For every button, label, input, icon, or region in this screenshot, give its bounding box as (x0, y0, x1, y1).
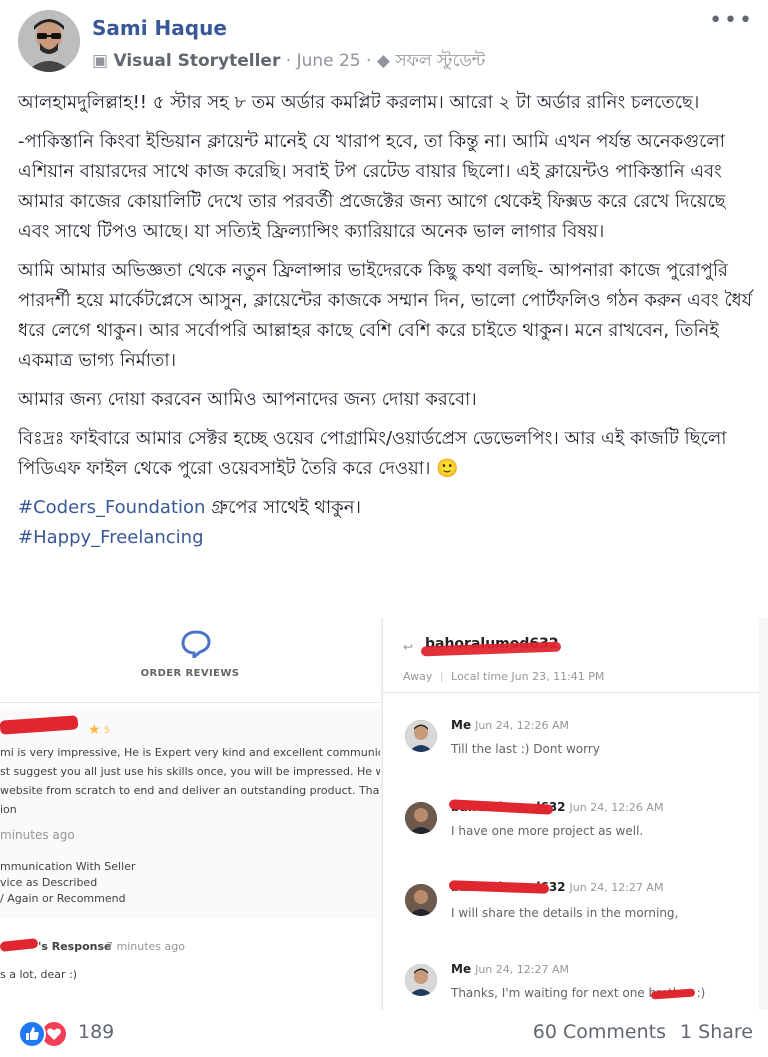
star-rating-value: 5 (104, 726, 110, 736)
post-paragraph-4: আমার জন্য দোয়া করবেন আমিও আপনাদের জন্য … (18, 389, 477, 410)
shares-count[interactable]: 1 Share (680, 1021, 753, 1043)
avatar-photo (18, 10, 80, 72)
review-time: minutes ago (0, 828, 75, 842)
post-paragraph-3: আমি আমার অভিজ্ঞতা থেকে নতুন ফ্রিলান্সার … (18, 260, 753, 371)
hashtag-happy-freelancing[interactable]: #Happy_Freelancing (18, 527, 204, 548)
message-text: I have one more project as well. (451, 824, 644, 838)
more-options-icon[interactable]: ••• (709, 8, 754, 33)
tag-icon: ◆ (376, 51, 390, 71)
seller-response-label: 's Response (38, 940, 112, 953)
role-icon: ▣ (92, 51, 114, 71)
message-sender: Me Jun 24, 12:27 AM (451, 962, 569, 976)
review-line-3: website from scratch to end and deliver … (0, 784, 380, 797)
post-images: ORDER REVIEWS ★ 5 mi is very impressive,… (0, 618, 768, 1010)
author-role[interactable]: Visual Storyteller (113, 51, 280, 71)
divider (383, 692, 759, 693)
hashtag-coders-foundation[interactable]: #Coders_Foundation (18, 497, 205, 518)
chat-local-time: Local time Jun 23, 11:41 PM (451, 670, 605, 683)
chat-image[interactable]: ↩ bahoralumod632 Away | Local time Jun 2… (382, 618, 759, 1010)
review-line-2: st suggest you all just use his skills o… (0, 765, 380, 778)
author-name[interactable]: Sami Haque (92, 16, 227, 40)
like-reaction-icon[interactable] (18, 1020, 46, 1048)
post-tag[interactable]: সফল স্টুডেন্ট (395, 51, 485, 71)
avatar (405, 802, 437, 834)
chat-status: Away (403, 670, 433, 683)
chat-bubble-icon (181, 630, 211, 658)
message-sender: Me Jun 24, 12:26 AM (451, 718, 569, 732)
author-avatar[interactable] (18, 10, 80, 72)
post-paragraph-5: বিঃদ্রঃ ফাইবারে আমার সেক্টর হচ্ছে ওয়েব … (18, 428, 727, 479)
comments-count[interactable]: 60 Comments (533, 1021, 666, 1043)
avatar (405, 720, 437, 752)
message-text: Till the last :) Dont worry (451, 742, 600, 756)
redaction-mark (0, 938, 39, 952)
post-date[interactable]: June 25 (297, 51, 361, 71)
post-paragraph-7: #Happy_Freelancing (18, 523, 753, 553)
post-header: Sami Haque ▣ Visual Storyteller · June 2… (18, 8, 758, 74)
order-reviews-title: ORDER REVIEWS (140, 668, 240, 679)
post-footer: 189 60 Comments 1 Share (18, 1018, 753, 1048)
review-line-1: mi is very impressive, He is Expert very… (0, 746, 380, 759)
message-text: I will share the details in the morning, (451, 906, 679, 920)
engagement-stats: 60 Comments 1 Share (533, 1021, 753, 1043)
post-body: আলহামদুলিল্লাহ!! ৫ স্টার সহ ৮ তম অর্ডার … (18, 88, 753, 553)
back-arrow-icon: ↩ (403, 640, 414, 654)
criteria-2: vice as Described (0, 876, 98, 889)
post-paragraph-1: আলহামদুলিল্লাহ!! ৫ স্টার সহ ৮ তম অর্ডার … (18, 92, 700, 113)
chat-presence: Away | Local time Jun 23, 11:41 PM (403, 670, 605, 683)
review-line-4: ion (0, 803, 17, 816)
reaction-count[interactable]: 189 (78, 1021, 114, 1043)
hashtag-suffix: গ্রুপের সাথেই থাকুন। (205, 497, 361, 518)
criteria-3: / Again or Recommend (0, 892, 126, 905)
star-icon: ★ (88, 722, 101, 738)
post-paragraph-6: #Coders_Foundation গ্রুপের সাথেই থাকুন। (18, 493, 753, 523)
post-meta: ▣ Visual Storyteller · June 25 · ◆ সফল স… (92, 51, 486, 71)
avatar (405, 964, 437, 996)
avatar (405, 884, 437, 916)
seller-response-time: 7 minutes ago (106, 940, 185, 953)
divider (0, 702, 380, 703)
criteria-1: mmunication With Seller (0, 860, 136, 873)
order-reviews-image[interactable]: ORDER REVIEWS ★ 5 mi is very impressive,… (0, 618, 380, 1010)
seller-response-text: s a lot, dear :) (0, 968, 78, 981)
post-paragraph-2: -পাকিস্তানি কিংবা ইন্ডিয়ান ক্লায়েন্ট ম… (18, 131, 726, 242)
